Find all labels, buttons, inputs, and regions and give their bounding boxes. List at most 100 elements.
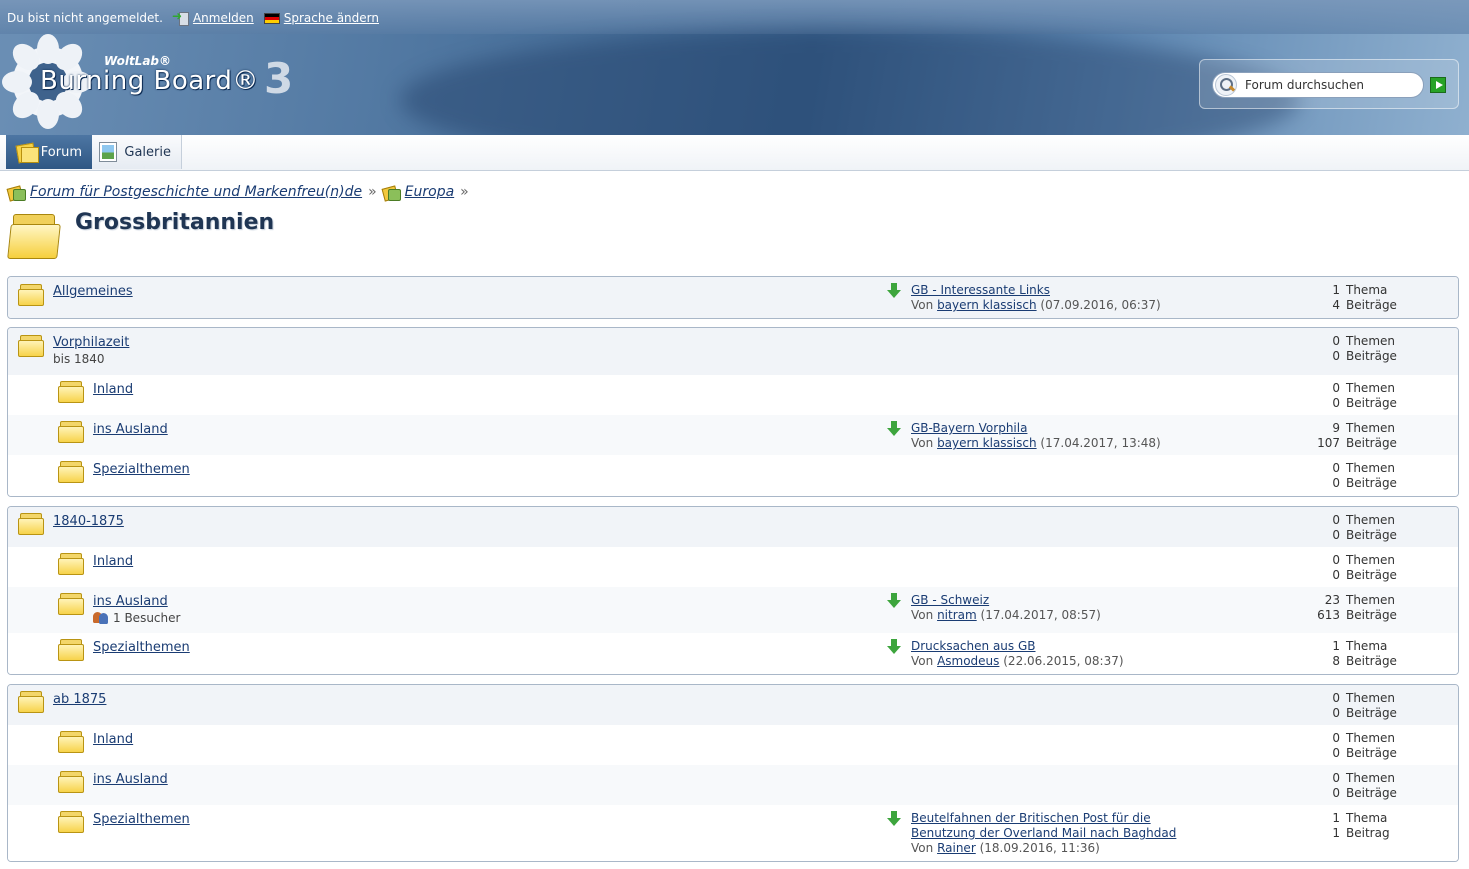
main-nav: Forum Galerie (0, 135, 1469, 171)
last-post-arrow-icon[interactable] (887, 283, 901, 299)
board-stats: 0 Themen 0 Beiträge (1332, 731, 1397, 760)
board-row: Vorphilazeit bis 1840 0 Themen 0 Beiträge (8, 328, 1458, 375)
board-stats: 23 Themen 613 Beiträge (1317, 593, 1397, 622)
last-post-user-link[interactable]: Rainer (937, 841, 976, 855)
board-stats: 0 Themen 0 Beiträge (1332, 381, 1397, 410)
board-link[interactable]: 1840-1875 (53, 514, 124, 529)
sub-board-link[interactable]: Spezialthemen (93, 462, 190, 477)
login-link[interactable]: Anmelden (193, 11, 254, 25)
tab-galerie-label: Galerie (124, 144, 171, 160)
sub-board-link[interactable]: Spezialthemen (93, 640, 190, 655)
last-post-arrow-icon[interactable] (887, 593, 901, 609)
logo-version-text: 3 (264, 54, 294, 103)
visitor-count: 1 Besucher (93, 611, 180, 625)
folder-icon (58, 460, 86, 484)
logo-name-text: Burning Board® (40, 66, 259, 96)
board-description: bis 1840 (53, 352, 105, 366)
folder-icon (18, 334, 46, 358)
search-box (1199, 59, 1459, 109)
tab-galerie[interactable]: Galerie (92, 135, 182, 169)
sub-board-link[interactable]: ins Ausland (93, 422, 168, 437)
last-post-author: Von bayern klassisch (17.04.2017, 13:48) (911, 436, 1161, 450)
board-stats: 0 Themen 0 Beiträge (1332, 334, 1397, 363)
folder-icon (58, 592, 86, 616)
last-post-user-link[interactable]: nitram (937, 608, 977, 622)
sub-board-row: ins Ausland GB-Bayern Vorphila Von bayer… (8, 415, 1458, 455)
last-post-title[interactable]: Beutelfahnen der Britischen Post für die (911, 811, 1151, 825)
breadcrumb: Forum für Postgeschichte und Markenfreu(… (8, 184, 469, 201)
folder-icon (58, 552, 86, 576)
login-icon (172, 9, 189, 26)
users-icon (93, 612, 109, 624)
board-stats: 9 Themen 107 Beiträge (1317, 421, 1397, 450)
forum-icon (14, 142, 39, 163)
folder-icon (58, 730, 86, 754)
sub-board-row: ins Ausland 1 Besucher GB - Schweiz Von … (8, 587, 1458, 633)
sub-board-row: Spezialthemen Beutelfahnen der Britische… (8, 805, 1458, 861)
language-link[interactable]: Sprache ändern (284, 11, 379, 25)
board-link[interactable]: Allgemeines (53, 284, 133, 299)
last-post-user-link[interactable]: Asmodeus (937, 654, 999, 668)
board-box-1840-1875: 1840-1875 0 Themen 0 Beiträge Inland 0 Them… (7, 506, 1459, 675)
folder-icon (58, 770, 86, 794)
sub-board-link[interactable]: Spezialthemen (93, 812, 190, 827)
board-row: Allgemeines GB - Interessante Links Von … (8, 277, 1458, 318)
board-stats: 1 Thema 8 Beiträge (1332, 639, 1397, 668)
search-input[interactable] (1245, 78, 1415, 92)
board-stats: 0 Themen 0 Beiträge (1332, 513, 1397, 542)
breadcrumb-separator: » (460, 184, 469, 200)
login-link-group[interactable]: Anmelden (172, 9, 254, 26)
board-row: 1840-1875 0 Themen 0 Beiträge (8, 507, 1458, 547)
folder-icon (18, 690, 46, 714)
breadcrumb-forum-home[interactable]: Forum für Postgeschichte und Markenfreu(… (30, 184, 362, 200)
sub-board-link[interactable]: Inland (93, 382, 133, 397)
search-submit-button[interactable] (1430, 77, 1446, 93)
last-post-title[interactable]: GB - Schweiz (911, 593, 989, 607)
last-post-title[interactable]: GB - Interessante Links (911, 283, 1050, 297)
last-post-author: Von Rainer (18.09.2016, 11:36) (911, 841, 1100, 855)
last-post-user-link[interactable]: bayern klassisch (937, 298, 1037, 312)
sub-board-link[interactable]: ins Ausland (93, 772, 168, 787)
folder-icon (58, 638, 86, 662)
sub-board-row: Inland 0 Themen 0 Beiträge (8, 547, 1458, 587)
sub-board-row: Spezialthemen Drucksachen aus GB Von Asm… (8, 633, 1458, 674)
sub-board-row: Spezialthemen 0 Themen 0 Beiträge (8, 455, 1458, 496)
sub-board-row: Inland 0 Themen 0 Beiträge (8, 375, 1458, 415)
tab-forum[interactable]: Forum (6, 135, 92, 169)
last-post-arrow-icon[interactable] (887, 639, 901, 655)
folder-icon (18, 283, 46, 307)
sub-board-row: Inland 0 Themen 0 Beiträge (8, 725, 1458, 765)
folder-icon (18, 512, 46, 536)
forum-home-icon (8, 185, 26, 201)
tab-forum-label: Forum (40, 144, 82, 160)
not-logged-in-text: Du bist nicht angemeldet. (7, 11, 163, 25)
board-stats: 0 Themen 0 Beiträge (1332, 553, 1397, 582)
last-post-title[interactable]: GB-Bayern Vorphila (911, 421, 1027, 435)
board-link[interactable]: ab 1875 (53, 692, 106, 707)
gallery-icon (98, 142, 118, 162)
folder-icon (58, 810, 86, 834)
last-post-title[interactable]: Drucksachen aus GB (911, 639, 1036, 653)
sub-board-link[interactable]: Inland (93, 554, 133, 569)
sub-board-link[interactable]: Inland (93, 732, 133, 747)
sub-board-link[interactable]: ins Ausland (93, 594, 168, 609)
search-field[interactable] (1212, 72, 1424, 98)
last-post-arrow-icon[interactable] (887, 811, 901, 827)
last-post-author: Von Asmodeus (22.06.2015, 08:37) (911, 654, 1124, 668)
burning-board-logo[interactable]: WoltLab® Burning Board® 3 (2, 34, 308, 130)
german-flag-icon (263, 12, 280, 24)
page-title: Grossbritannien (75, 210, 275, 235)
board-link[interactable]: Vorphilazeit (53, 335, 129, 350)
breadcrumb-europa[interactable]: Europa (405, 184, 455, 200)
board-stats: 1 Thema 4 Beiträge (1332, 283, 1397, 312)
search-icon (1215, 74, 1237, 96)
language-link-group[interactable]: Sprache ändern (263, 11, 379, 25)
last-post-title-line2[interactable]: Benutzung der Overland Mail nach Baghdad (911, 826, 1176, 840)
last-post-arrow-icon[interactable] (887, 421, 901, 437)
last-post-user-link[interactable]: bayern klassisch (937, 436, 1037, 450)
board-stats: 0 Themen 0 Beiträge (1332, 461, 1397, 490)
user-bar: Du bist nicht angemeldet. Anmelden Sprac… (7, 9, 379, 26)
board-stats: 1 Thema 1 Beitrag (1332, 811, 1390, 840)
folder-icon (58, 380, 86, 404)
board-stats: 0 Themen 0 Beiträge (1332, 691, 1397, 720)
